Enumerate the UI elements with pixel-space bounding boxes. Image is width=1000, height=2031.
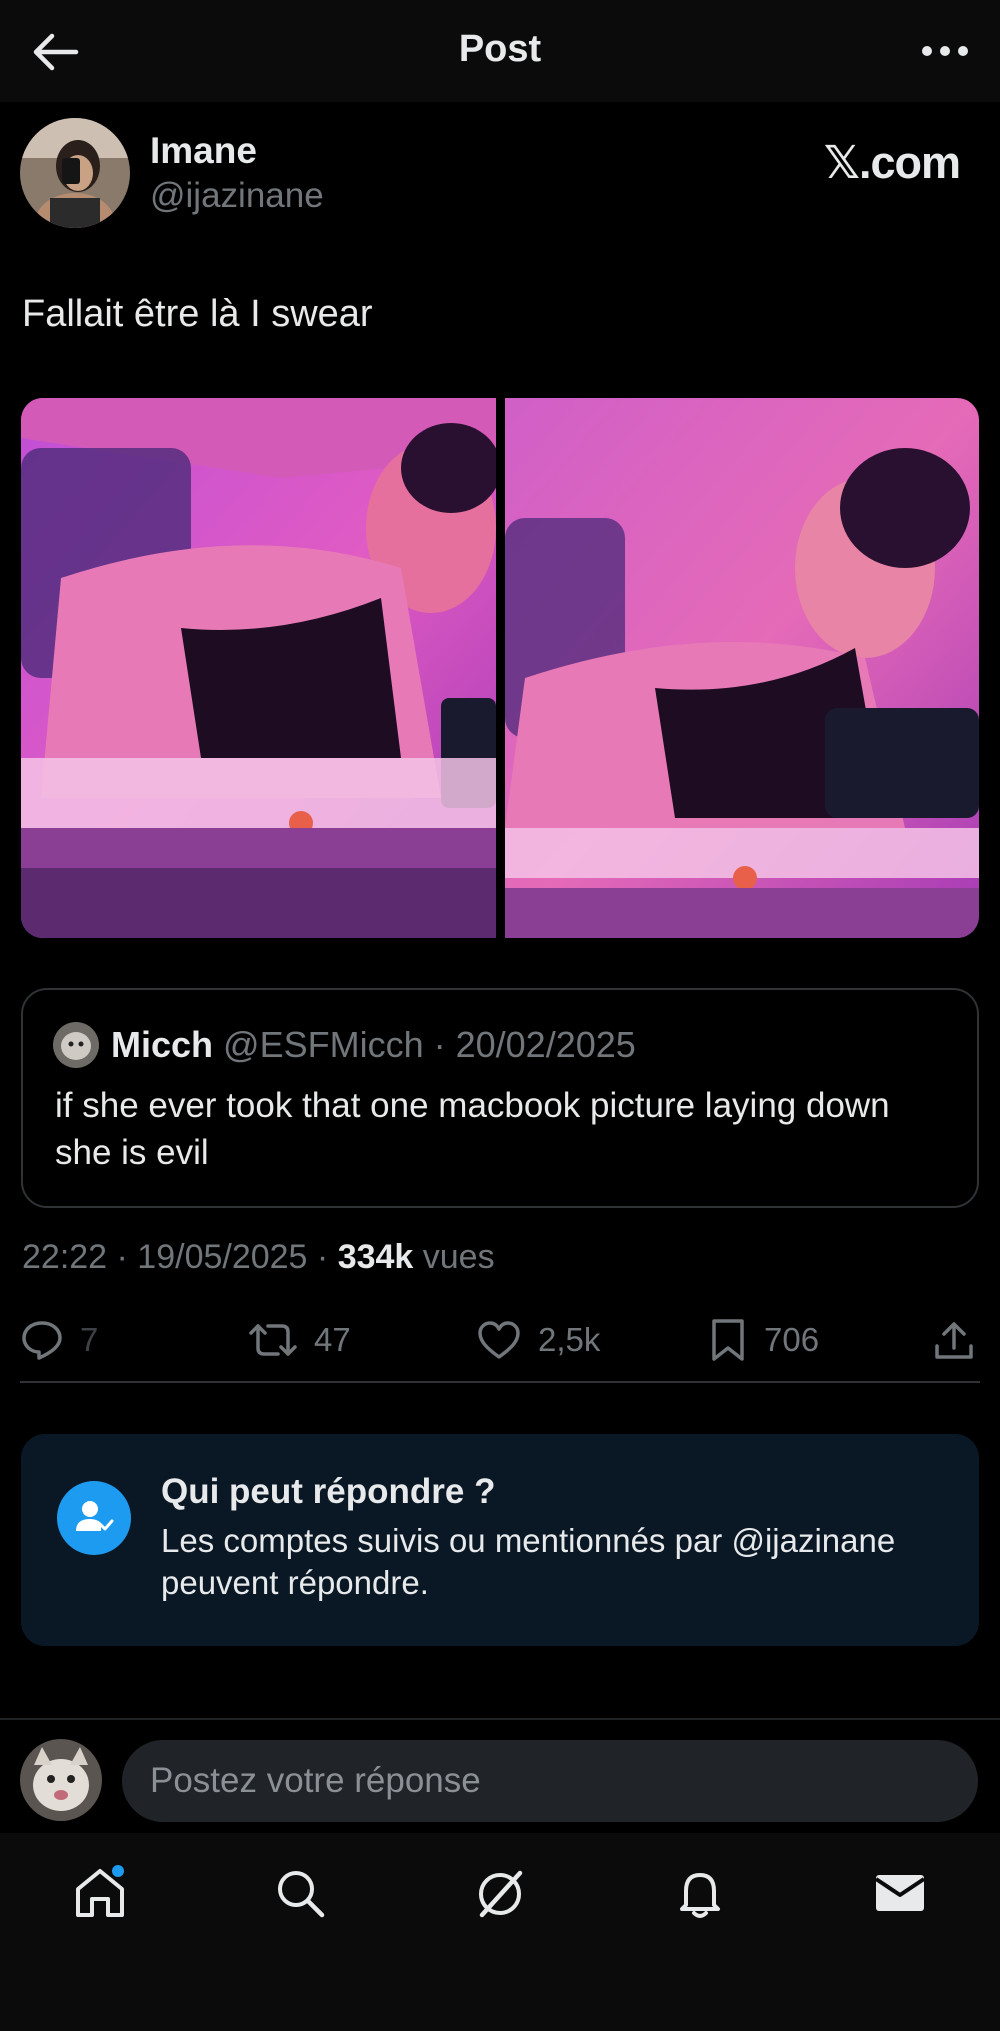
heart-icon: [478, 1321, 520, 1359]
actions-divider: [20, 1381, 980, 1383]
top-bar: Post: [0, 0, 1000, 102]
photo-1[interactable]: [21, 398, 496, 938]
like-count: 2,5k: [538, 1321, 601, 1358]
bookmark-icon: [712, 1319, 744, 1361]
repost-button[interactable]: 47: [248, 1310, 351, 1370]
bell-icon[interactable]: [670, 1863, 730, 1923]
grok-icon[interactable]: [470, 1863, 530, 1923]
post-meta: 22:22 · 19/05/2025 · 334k vues: [22, 1238, 495, 1277]
photo-2[interactable]: [505, 398, 979, 938]
page-title: Post: [458, 28, 542, 70]
post-author: Imane @ijazinane 𝕏.com: [20, 118, 980, 238]
who-can-reply-title: Qui peut répondre ?: [161, 1472, 496, 1511]
reply-count: 7: [80, 1321, 99, 1358]
bottom-navigation: [0, 1833, 1000, 2031]
quoted-post[interactable]: Micch @ESFMicch · 20/02/2025 if she ever…: [21, 988, 979, 1208]
reply-input[interactable]: [122, 1740, 978, 1822]
who-can-reply-description: Les comptes suivis ou mentionnés par @ij…: [161, 1522, 896, 1601]
x-watermark: 𝕏.com: [823, 137, 961, 188]
share-icon: [935, 1322, 973, 1359]
media-gallery: [21, 398, 979, 938]
quoted-post-text: if she ever took that one macbook pictur…: [55, 1086, 890, 1172]
search-icon[interactable]: [270, 1863, 330, 1923]
quoted-author-avatar[interactable]: [53, 1022, 99, 1068]
post-timestamp: 22:22 · 19/05/2025 ·: [22, 1238, 338, 1276]
post-actions: 7 47 2,5k 706: [20, 1310, 980, 1370]
author-handle[interactable]: @ijazinane: [150, 176, 324, 216]
current-user-avatar[interactable]: [20, 1739, 102, 1821]
author-avatar[interactable]: [20, 118, 130, 228]
quoted-post-header: Micch @ESFMicch · 20/02/2025: [111, 1024, 636, 1066]
author-name[interactable]: Imane: [150, 130, 257, 172]
views-count[interactable]: 334k: [338, 1238, 414, 1276]
quoted-author-name[interactable]: Micch: [111, 1024, 213, 1065]
views-label: vues: [413, 1238, 495, 1276]
reply-button[interactable]: 7: [20, 1310, 98, 1370]
bookmark-count: 706: [764, 1321, 820, 1358]
bookmark-button[interactable]: 706: [708, 1310, 819, 1370]
reply-icon: [22, 1321, 62, 1360]
share-button[interactable]: [932, 1310, 992, 1370]
like-button[interactable]: 2,5k: [476, 1310, 600, 1370]
user-check-icon: [57, 1481, 131, 1555]
quoted-author-meta: @ESFMicch · 20/02/2025: [223, 1024, 636, 1065]
who-can-reply-card: Qui peut répondre ? Les comptes suivis o…: [21, 1434, 979, 1646]
repost-count: 47: [314, 1321, 351, 1358]
reply-composer: [0, 1718, 1000, 1833]
mail-icon[interactable]: [870, 1863, 930, 1923]
more-options-icon[interactable]: [920, 36, 970, 66]
post-text: Fallait être là I swear: [22, 293, 373, 335]
repost-icon: [249, 1324, 297, 1356]
home-notification-dot: [112, 1865, 124, 1877]
